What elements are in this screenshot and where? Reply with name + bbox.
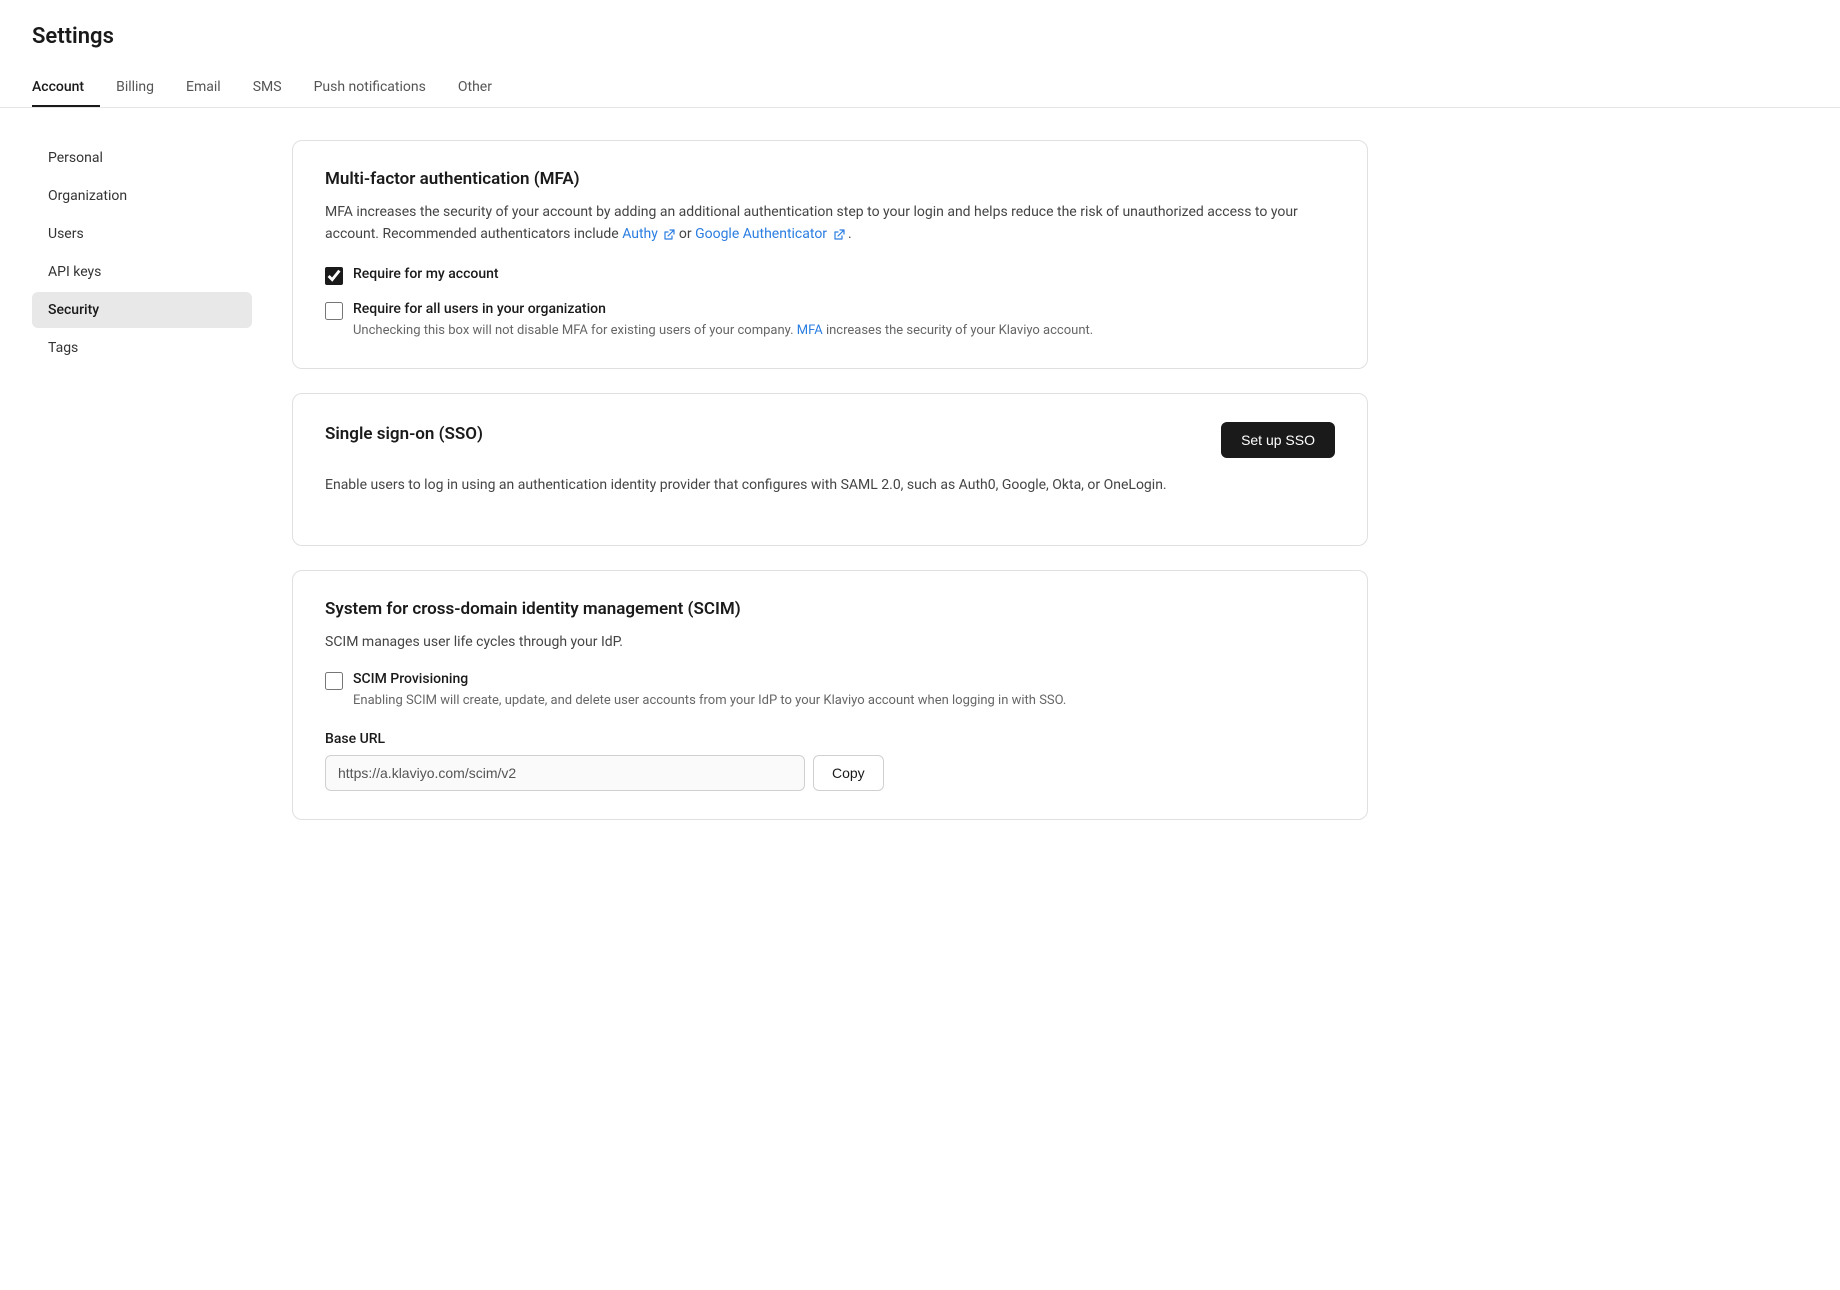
tab-push[interactable]: Push notifications: [298, 69, 442, 107]
sso-card-description: Enable users to log in using an authenti…: [325, 474, 1335, 496]
tab-billing[interactable]: Billing: [100, 69, 170, 107]
mfa-require-org-label: Require for all users in your organizati…: [353, 301, 1093, 317]
base-url-section: Base URL Copy: [325, 731, 1335, 791]
external-link-icon: [663, 229, 675, 241]
tab-navigation: Account Billing Email SMS Push notificat…: [32, 69, 1808, 107]
scim-card: System for cross-domain identity managem…: [292, 570, 1368, 820]
page-header: Settings Account Billing Email SMS Push …: [0, 0, 1840, 108]
sidebar-item-organization[interactable]: Organization: [32, 178, 252, 214]
sidebar-item-tags[interactable]: Tags: [32, 330, 252, 366]
mfa-require-org-row: Require for all users in your organizati…: [325, 301, 1335, 341]
mfa-require-account-label-container: Require for my account: [353, 266, 499, 282]
scim-provisioning-row: SCIM Provisioning Enabling SCIM will cre…: [325, 671, 1335, 711]
scim-provisioning-label-container: SCIM Provisioning Enabling SCIM will cre…: [353, 671, 1066, 711]
sso-card-header: Single sign-on (SSO) Set up SSO: [325, 422, 1335, 458]
scim-provisioning-sublabel: Enabling SCIM will create, update, and d…: [353, 691, 1066, 711]
mfa-require-org-checkbox[interactable]: [325, 302, 343, 320]
tab-email[interactable]: Email: [170, 69, 237, 107]
setup-sso-button[interactable]: Set up SSO: [1221, 422, 1335, 458]
url-input-row: Copy: [325, 755, 1335, 791]
sidebar: Personal Organization Users API keys Sec…: [32, 140, 252, 820]
base-url-label: Base URL: [325, 731, 1335, 747]
main-layout: Personal Organization Users API keys Sec…: [0, 108, 1400, 852]
sso-card: Single sign-on (SSO) Set up SSO Enable u…: [292, 393, 1368, 545]
google-auth-link[interactable]: Google Authenticator: [695, 226, 848, 242]
tab-account[interactable]: Account: [32, 69, 100, 107]
scim-card-description: SCIM manages user life cycles through yo…: [325, 631, 1335, 653]
scim-provisioning-checkbox[interactable]: [325, 672, 343, 690]
mfa-card-description: MFA increases the security of your accou…: [325, 201, 1335, 246]
page-title: Settings: [32, 24, 1808, 49]
tab-sms[interactable]: SMS: [237, 69, 298, 107]
base-url-input[interactable]: [325, 755, 805, 791]
mfa-card-title: Multi-factor authentication (MFA): [325, 169, 1335, 189]
sidebar-item-security[interactable]: Security: [32, 292, 252, 328]
sidebar-item-personal[interactable]: Personal: [32, 140, 252, 176]
authy-link[interactable]: Authy: [622, 226, 679, 242]
mfa-require-org-label-container: Require for all users in your organizati…: [353, 301, 1093, 341]
sidebar-item-api-keys[interactable]: API keys: [32, 254, 252, 290]
sidebar-item-users[interactable]: Users: [32, 216, 252, 252]
scim-provisioning-label: SCIM Provisioning: [353, 671, 1066, 687]
sso-card-title: Single sign-on (SSO): [325, 424, 483, 444]
mfa-require-account-label: Require for my account: [353, 266, 499, 282]
mfa-sub-link[interactable]: MFA: [797, 323, 826, 338]
content-area: Multi-factor authentication (MFA) MFA in…: [292, 140, 1368, 820]
mfa-require-account-row: Require for my account: [325, 266, 1335, 285]
tab-other[interactable]: Other: [442, 69, 508, 107]
copy-button[interactable]: Copy: [813, 755, 884, 791]
mfa-desc-end: .: [848, 226, 852, 242]
mfa-desc-or: or: [679, 226, 695, 242]
scim-card-title: System for cross-domain identity managem…: [325, 599, 1335, 619]
mfa-require-org-sublabel: Unchecking this box will not disable MFA…: [353, 321, 1093, 341]
external-link-icon-2: [833, 229, 845, 241]
mfa-require-account-checkbox[interactable]: [325, 267, 343, 285]
mfa-card: Multi-factor authentication (MFA) MFA in…: [292, 140, 1368, 369]
